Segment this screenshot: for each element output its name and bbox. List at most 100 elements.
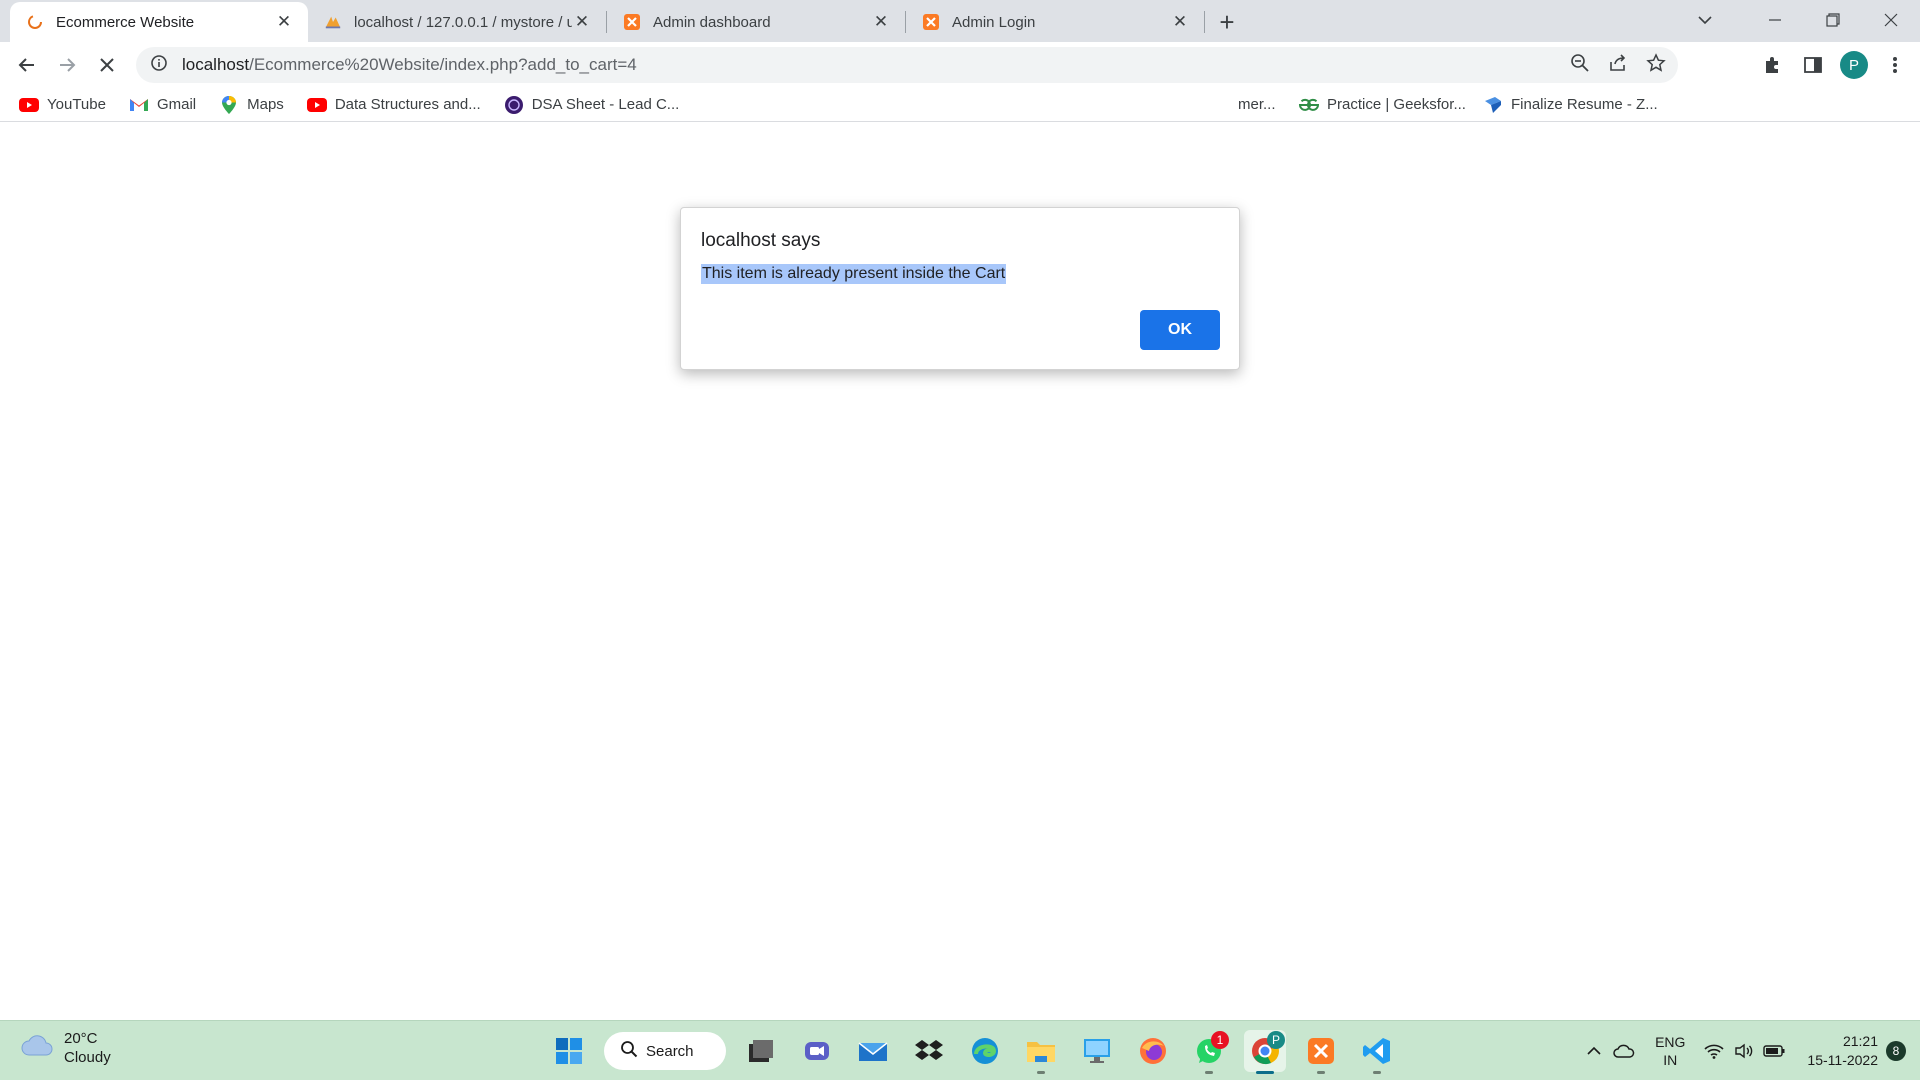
bookmark-maps[interactable]: Maps — [216, 90, 292, 120]
more-menu-icon[interactable] — [1882, 52, 1908, 78]
bookmark-partially-hidden[interactable]: mer... — [1236, 90, 1284, 120]
url-path: /Ecommerce%20Website/index.php?add_to_ca… — [249, 55, 637, 74]
zety-icon — [1482, 96, 1504, 114]
gmail-icon — [128, 96, 150, 114]
task-view-icon[interactable] — [740, 1030, 782, 1072]
loading-favicon — [26, 13, 44, 31]
bookmark-geeksforgeeks[interactable]: Practice | Geeksfor... — [1296, 90, 1474, 120]
teams-meet-icon[interactable] — [796, 1030, 838, 1072]
close-tab-icon[interactable]: ✕ — [572, 12, 592, 32]
bookmark-label: Data Structures and... — [334, 96, 481, 113]
dialog-message: This item is already present inside the … — [701, 264, 1007, 284]
bookmark-gmail[interactable]: Gmail — [126, 90, 204, 120]
volume-icon[interactable] — [1729, 1043, 1759, 1059]
minimize-icon[interactable] — [1746, 0, 1804, 40]
remote-desktop-icon[interactable] — [1076, 1030, 1118, 1072]
xampp-icon — [922, 13, 940, 31]
bookmark-dsa-sheet[interactable]: DSA Sheet - Lead C... — [501, 90, 688, 120]
profile-avatar[interactable]: P — [1840, 51, 1868, 79]
tab-admin-dashboard[interactable]: Admin dashboard ✕ — [607, 4, 905, 40]
system-tray: ENG IN 21:21 15-11-2022 8 — [1579, 1021, 1920, 1080]
vscode-icon[interactable] — [1356, 1030, 1398, 1074]
url-text: localhost/Ecommerce%20Website/index.php?… — [182, 55, 637, 75]
bookmark-label: mer... — [1238, 96, 1276, 113]
zoom-icon[interactable] — [1570, 53, 1590, 78]
notification-count-badge[interactable]: 8 — [1886, 1041, 1906, 1061]
clock-time: 21:21 — [1842, 1033, 1878, 1049]
bookmark-label: Maps — [247, 96, 284, 113]
running-indicator — [1205, 1071, 1213, 1074]
running-indicator — [1373, 1071, 1381, 1074]
toolbar-actions: P — [1760, 45, 1908, 85]
battery-icon[interactable] — [1759, 1045, 1789, 1057]
onedrive-cloud-icon[interactable] — [1609, 1044, 1639, 1058]
bookmark-label: YouTube — [47, 96, 106, 113]
forward-arrow-icon[interactable] — [47, 45, 87, 85]
restore-icon[interactable] — [1804, 0, 1862, 40]
extensions-puzzle-icon[interactable] — [1760, 52, 1786, 78]
tab-separator — [1204, 11, 1205, 33]
close-tab-icon[interactable]: ✕ — [1170, 12, 1190, 32]
taskbar-search[interactable]: Search — [604, 1032, 726, 1070]
whatsapp-icon[interactable]: 1 — [1188, 1030, 1230, 1074]
mail-icon[interactable] — [852, 1030, 894, 1072]
xampp-icon — [623, 13, 641, 31]
weather-temp: 20°C — [64, 1030, 98, 1047]
show-hidden-icons-chevron[interactable] — [1579, 1046, 1609, 1056]
bookmark-finalize-resume[interactable]: Finalize Resume - Z... — [1480, 90, 1666, 120]
site-info-icon[interactable] — [150, 54, 168, 77]
running-indicator — [1037, 1071, 1045, 1074]
close-window-icon[interactable] — [1862, 0, 1920, 40]
ok-button[interactable]: OK — [1140, 310, 1220, 350]
address-bar[interactable]: localhost/Ecommerce%20Website/index.php?… — [136, 47, 1678, 83]
language-code: ENG — [1655, 1034, 1686, 1050]
tab-title: localhost / 127.0.0.1 / mystore / u — [354, 13, 572, 31]
weather-widget[interactable]: 20°C Cloudy — [20, 1029, 111, 1067]
dropbox-icon[interactable] — [908, 1030, 950, 1072]
screen: Ecommerce Website ✕ localhost / 127.0.0.… — [0, 0, 1920, 1080]
dialog-title: localhost says — [701, 230, 821, 251]
close-tab-icon[interactable]: ✕ — [274, 12, 294, 32]
running-indicator — [1317, 1071, 1325, 1074]
tab-admin-login[interactable]: Admin Login ✕ — [906, 4, 1204, 40]
url-host: localhost — [182, 55, 250, 74]
bookmark-data-structures[interactable]: Data Structures and... — [304, 90, 489, 120]
page-content: localhost says This item is already pres… — [0, 123, 1920, 1020]
omnibox-actions — [1570, 47, 1666, 83]
tab-phpmyadmin[interactable]: localhost / 127.0.0.1 / mystore / u ✕ — [308, 4, 606, 40]
taskbar-apps: Search 1 P — [548, 1028, 1398, 1074]
search-icon — [620, 1040, 638, 1062]
bookmark-label: Finalize Resume - Z... — [1511, 96, 1658, 113]
side-panel-icon[interactable] — [1800, 52, 1826, 78]
xampp-icon[interactable] — [1300, 1030, 1342, 1074]
clock[interactable]: 21:21 15-11-2022 — [1807, 1032, 1878, 1070]
maps-icon — [218, 95, 240, 114]
firefox-icon[interactable] — [1132, 1030, 1174, 1072]
search-label: Search — [646, 1042, 694, 1060]
share-icon[interactable] — [1608, 53, 1628, 78]
windows-start-icon[interactable] — [548, 1030, 590, 1072]
youtube-icon — [306, 96, 328, 114]
stop-loading-icon[interactable] — [87, 45, 127, 85]
phpmyadmin-icon — [324, 13, 342, 31]
wifi-icon[interactable] — [1699, 1043, 1729, 1059]
browser-toolbar: localhost/Ecommerce%20Website/index.php?… — [0, 42, 1920, 88]
tab-search-chevron-icon[interactable] — [1676, 0, 1734, 40]
bookmark-youtube[interactable]: YouTube — [16, 90, 114, 120]
tab-ecommerce-website[interactable]: Ecommerce Website ✕ — [10, 2, 308, 42]
new-tab-button[interactable]: + — [1209, 4, 1245, 40]
edge-icon[interactable] — [964, 1030, 1006, 1072]
back-arrow-icon[interactable] — [7, 45, 47, 85]
clock-date: 15-11-2022 — [1807, 1052, 1878, 1068]
tab-strip: Ecommerce Website ✕ localhost / 127.0.0.… — [0, 0, 1920, 42]
tab-title: Ecommerce Website — [56, 13, 195, 31]
close-tab-icon[interactable]: ✕ — [871, 12, 891, 32]
dsa-icon — [503, 95, 525, 114]
file-explorer-icon[interactable] — [1020, 1030, 1062, 1074]
tab-title: Admin dashboard — [653, 13, 771, 31]
input-language[interactable]: ENG IN — [1655, 1033, 1685, 1069]
alert-dialog: localhost says This item is already pres… — [680, 207, 1240, 370]
taskbar: 20°C Cloudy Search 1 P ENG IN 21:21 15-1… — [0, 1020, 1920, 1080]
bookmark-star-icon[interactable] — [1646, 52, 1666, 78]
chrome-icon[interactable]: P — [1244, 1030, 1286, 1074]
